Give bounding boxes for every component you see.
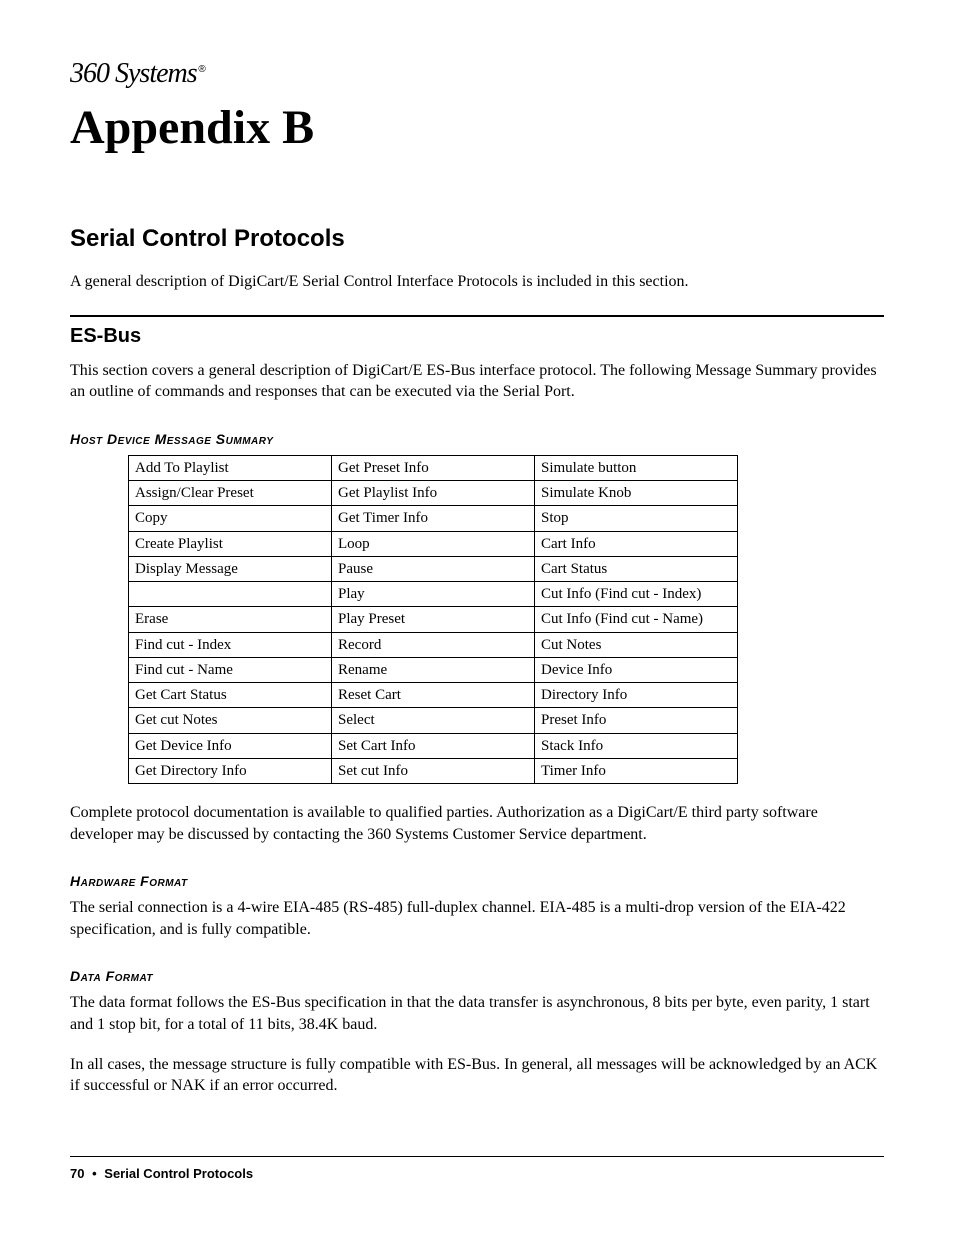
data-paragraph-1: The data format follows the ES-Bus speci…	[70, 992, 884, 1035]
table-row: Get Cart StatusReset CartDirectory Info	[129, 683, 738, 708]
table-cell: Display Message	[129, 556, 332, 581]
hardware-paragraph: The serial connection is a 4-wire EIA-48…	[70, 897, 884, 940]
table-cell: Select	[332, 708, 535, 733]
table-cell: Play Preset	[332, 607, 535, 632]
table-cell: Stop	[535, 506, 738, 531]
table-cell: Directory Info	[535, 683, 738, 708]
page-title: Appendix B	[70, 100, 884, 155]
table-row: Find cut - NameRenameDevice Info	[129, 657, 738, 682]
data-paragraph-2: In all cases, the message structure is f…	[70, 1054, 884, 1097]
table-cell: Rename	[332, 657, 535, 682]
table-cell: Simulate button	[535, 455, 738, 480]
document-page: 360 Systems Appendix B Serial Control Pr…	[0, 0, 954, 1235]
table-cell: Device Info	[535, 657, 738, 682]
footer-title: Serial Control Protocols	[104, 1166, 253, 1181]
table-cell: Simulate Knob	[535, 481, 738, 506]
data-heading: Data Format	[70, 968, 884, 984]
table-row: CopyGet Timer InfoStop	[129, 506, 738, 531]
message-summary-table: Add To PlaylistGet Preset InfoSimulate b…	[128, 455, 738, 784]
table-cell: Set Cart Info	[332, 733, 535, 758]
table-row: Create PlaylistLoopCart Info	[129, 531, 738, 556]
table-row: Add To PlaylistGet Preset InfoSimulate b…	[129, 455, 738, 480]
table-row: PlayCut Info (Find cut - Index)	[129, 582, 738, 607]
table-row: Get Device InfoSet Cart InfoStack Info	[129, 733, 738, 758]
table-cell: Pause	[332, 556, 535, 581]
table-cell: Get Preset Info	[332, 455, 535, 480]
table-cell: Cut Info (Find cut - Name)	[535, 607, 738, 632]
table-cell: Preset Info	[535, 708, 738, 733]
table-cell: Add To Playlist	[129, 455, 332, 480]
protocol-paragraph: Complete protocol documentation is avail…	[70, 802, 884, 845]
table-cell: Get Device Info	[129, 733, 332, 758]
table-cell: Cart Status	[535, 556, 738, 581]
table-cell: Create Playlist	[129, 531, 332, 556]
esbus-heading: ES-Bus	[70, 325, 884, 348]
table-row: Get Directory InfoSet cut InfoTimer Info	[129, 758, 738, 783]
table-cell: Cart Info	[535, 531, 738, 556]
table-cell: Copy	[129, 506, 332, 531]
table-cell: Set cut Info	[332, 758, 535, 783]
page-footer: 70 • Serial Control Protocols	[70, 1166, 253, 1181]
table-cell: Find cut - Name	[129, 657, 332, 682]
table-row: Get cut NotesSelectPreset Info	[129, 708, 738, 733]
table-cell: Cut Notes	[535, 632, 738, 657]
host-summary-heading: Host Device Message Summary	[70, 431, 884, 447]
table-cell: Cut Info (Find cut - Index)	[535, 582, 738, 607]
table-cell: Assign/Clear Preset	[129, 481, 332, 506]
table-cell: Stack Info	[535, 733, 738, 758]
footer-bullet: •	[92, 1166, 97, 1181]
table-cell: Get Playlist Info	[332, 481, 535, 506]
table-row: Find cut - IndexRecordCut Notes	[129, 632, 738, 657]
table-cell: Play	[332, 582, 535, 607]
brand-logo: 360 Systems	[70, 58, 884, 90]
hardware-heading: Hardware Format	[70, 873, 884, 889]
footer-page-number: 70	[70, 1166, 84, 1181]
table-cell	[129, 582, 332, 607]
table-cell: Get Directory Info	[129, 758, 332, 783]
table-cell: Loop	[332, 531, 535, 556]
table-cell: Reset Cart	[332, 683, 535, 708]
table-cell: Get Timer Info	[332, 506, 535, 531]
table-row: ErasePlay PresetCut Info (Find cut - Nam…	[129, 607, 738, 632]
table-row: Display MessagePauseCart Status	[129, 556, 738, 581]
table-cell: Find cut - Index	[129, 632, 332, 657]
section-heading: Serial Control Protocols	[70, 225, 884, 253]
table-cell: Erase	[129, 607, 332, 632]
table-row: Assign/Clear PresetGet Playlist InfoSimu…	[129, 481, 738, 506]
divider	[70, 315, 884, 317]
table-cell: Get Cart Status	[129, 683, 332, 708]
esbus-paragraph: This section covers a general descriptio…	[70, 360, 884, 403]
table-cell: Timer Info	[535, 758, 738, 783]
table-cell: Get cut Notes	[129, 708, 332, 733]
intro-paragraph: A general description of DigiCart/E Seri…	[70, 271, 884, 293]
table-cell: Record	[332, 632, 535, 657]
footer-divider	[70, 1156, 884, 1157]
